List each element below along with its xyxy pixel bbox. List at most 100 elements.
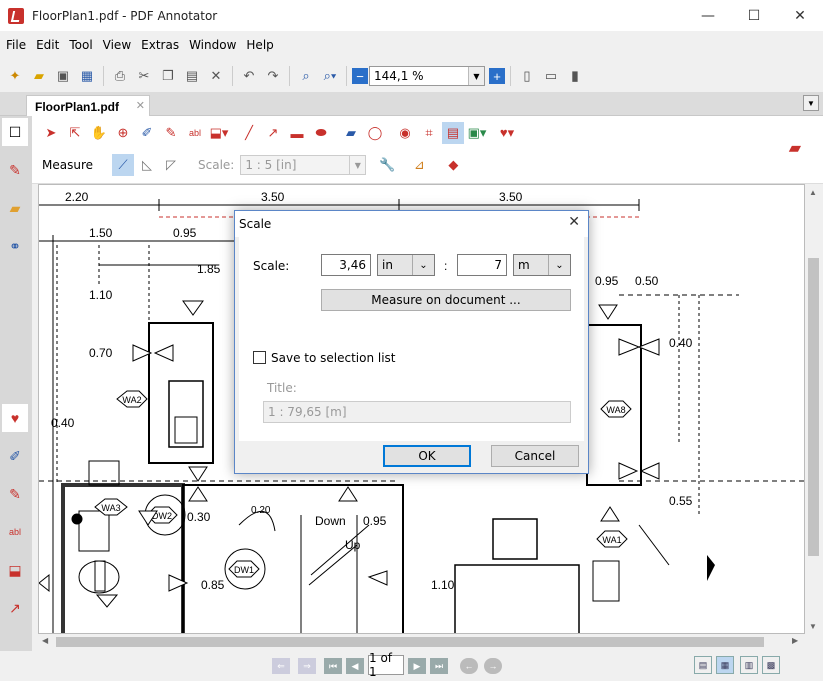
distance-measure-icon[interactable]: ⟋ <box>112 154 134 176</box>
horizontal-scroll-thumb[interactable] <box>56 637 764 647</box>
pages-panel-icon[interactable]: ☐ <box>2 118 28 146</box>
first-page-icon[interactable]: ⏮ <box>324 658 342 674</box>
crop-icon[interactable]: ⌗ <box>418 122 440 144</box>
scroll-right-icon[interactable]: ▶ <box>792 636 798 645</box>
highlighter-tool-icon[interactable]: ✎ <box>160 122 182 144</box>
menu-extras[interactable]: Extras <box>135 38 183 52</box>
menu-window[interactable]: Window <box>183 38 240 52</box>
pen-panel-icon[interactable]: ✎ <box>2 156 28 184</box>
maximize-button[interactable]: ☐ <box>731 0 777 31</box>
scale-combo[interactable]: 1 : 5 [in] ▼ <box>240 155 367 175</box>
calibrate-icon[interactable]: ⊿ <box>408 154 430 176</box>
scale-value-right-input[interactable]: 7 <box>457 254 507 276</box>
cancel-button[interactable]: Cancel <box>491 445 579 467</box>
stamp-tool-icon[interactable]: ⬓▾ <box>208 122 230 144</box>
save-to-list-checkbox[interactable] <box>253 351 266 364</box>
menu-view[interactable]: View <box>97 38 135 52</box>
line-icon[interactable]: ╱ <box>238 122 260 144</box>
find-icon[interactable]: ⌕ <box>295 65 317 87</box>
close-button[interactable]: ✕ <box>777 0 823 31</box>
scroll-up-icon[interactable]: ▲ <box>809 188 817 197</box>
undo-icon[interactable]: ↶ <box>238 65 260 87</box>
attachment-icon[interactable]: ⚭ <box>2 232 28 260</box>
title-input[interactable]: 1 : 79,65 [m] <box>263 401 571 423</box>
arrow-icon[interactable]: ↗ <box>2 594 28 622</box>
insert-image-icon[interactable]: ▣▾ <box>466 122 488 144</box>
zoom-out-icon[interactable]: − <box>352 68 368 84</box>
single-page-view-icon[interactable]: ▤ <box>694 656 712 674</box>
page-width-icon[interactable]: ▭ <box>540 65 562 87</box>
new-icon[interactable]: ✦ <box>4 65 26 87</box>
text-select-icon[interactable]: ⇱ <box>64 122 86 144</box>
minimize-button[interactable]: — <box>685 0 731 31</box>
stamp-icon[interactable]: ⬓ <box>2 556 28 584</box>
chevron-down-icon[interactable]: ⌄ <box>548 255 570 275</box>
zoom-tool-icon[interactable]: ⊕ <box>112 122 134 144</box>
tab-floorplan[interactable]: FloorPlan1.pdf ✕ <box>26 95 150 117</box>
ok-button[interactable]: OK <box>383 445 471 467</box>
ellipse-icon[interactable]: ⬬ <box>310 122 332 144</box>
lasso-icon[interactable]: ◯ <box>364 122 386 144</box>
save-as-icon[interactable]: ▦ <box>76 65 98 87</box>
page-indicator[interactable]: 1 of 1 <box>368 651 404 679</box>
area-measure-icon[interactable]: ◸ <box>160 154 182 176</box>
save-to-list-label[interactable]: Save to selection list <box>271 351 396 365</box>
next-page-icon[interactable]: ▶ <box>408 658 426 674</box>
find-options-icon[interactable]: ⌕▾ <box>319 65 341 87</box>
vertical-scrollbar[interactable]: ▲ ▼ <box>805 184 822 634</box>
unit-right-select[interactable]: m ⌄ <box>513 254 571 276</box>
print-icon[interactable]: ⎙ <box>109 65 131 87</box>
scroll-down-icon[interactable]: ▼ <box>809 622 817 631</box>
rectangle-icon[interactable]: ▬ <box>286 122 308 144</box>
continuous-view-icon[interactable]: ▦ <box>716 656 734 674</box>
text-tool-icon[interactable]: abl <box>2 518 28 546</box>
zoom-combo[interactable]: 144,1 % ▼ <box>369 66 485 86</box>
menu-edit[interactable]: Edit <box>30 38 63 52</box>
tab-list-dropdown-icon[interactable]: ▼ <box>803 95 819 111</box>
pen-icon[interactable]: ✐ <box>136 122 158 144</box>
measure-on-document-button[interactable]: Measure on document ... <box>321 289 571 311</box>
arrow-tool-icon[interactable]: ↗ <box>262 122 284 144</box>
favorites-icon[interactable]: ♥▾ <box>496 122 518 144</box>
two-page-continuous-view-icon[interactable]: ▩ <box>762 656 780 674</box>
unit-left-select[interactable]: in ⌄ <box>377 254 435 276</box>
menu-file[interactable]: File <box>0 38 30 52</box>
perimeter-measure-icon[interactable]: ◺ <box>136 154 158 176</box>
wrench-icon[interactable]: 🔧 <box>376 154 398 176</box>
notes-panel-icon[interactable]: ▰ <box>2 194 28 222</box>
eraser-icon[interactable]: ▰ <box>340 122 362 144</box>
next-doc-icon[interactable]: ⇒ <box>298 658 316 674</box>
delete-icon[interactable]: ✕ <box>205 65 227 87</box>
prev-page-icon[interactable]: ◀ <box>346 658 364 674</box>
last-page-icon[interactable]: ⏭ <box>430 658 448 674</box>
marker-icon[interactable]: ✐ <box>2 442 28 470</box>
chevron-down-icon[interactable]: ⌄ <box>412 255 434 275</box>
text-box-icon[interactable]: abl <box>184 122 206 144</box>
back-icon[interactable]: ← <box>460 658 478 674</box>
horizontal-scrollbar[interactable]: ◀ ▶ <box>38 634 805 649</box>
forward-icon[interactable]: → <box>484 658 502 674</box>
menu-tool[interactable]: Tool <box>63 38 96 52</box>
hand-icon[interactable]: ✋ <box>88 122 110 144</box>
vertical-scroll-thumb[interactable] <box>808 258 819 556</box>
paste-icon[interactable]: ▤ <box>181 65 203 87</box>
tab-close-icon[interactable]: ✕ <box>136 99 145 112</box>
fullscreen-icon[interactable]: ▮ <box>564 65 586 87</box>
ruler-icon[interactable]: ▤ <box>442 122 464 144</box>
dialog-close-icon[interactable]: ✕ <box>568 214 580 230</box>
two-page-view-icon[interactable]: ▥ <box>740 656 758 674</box>
scale-value-left-input[interactable]: 3,46 <box>321 254 371 276</box>
menu-help[interactable]: Help <box>240 38 277 52</box>
copy-icon[interactable]: ❐ <box>157 65 179 87</box>
page-fit-icon[interactable]: ▯ <box>516 65 538 87</box>
chevron-down-icon[interactable]: ▼ <box>468 67 484 85</box>
color-style-icon[interactable]: ◆ <box>442 154 464 176</box>
prev-doc-icon[interactable]: ⇐ <box>272 658 290 674</box>
cut-icon[interactable]: ✂ <box>133 65 155 87</box>
open-folder-icon[interactable]: ▰ <box>28 65 50 87</box>
chevron-down-icon[interactable]: ▼ <box>349 156 365 174</box>
favorites-heart-icon[interactable]: ♥ <box>2 404 28 432</box>
redo-icon[interactable]: ↷ <box>262 65 284 87</box>
save-icon[interactable]: ▣ <box>52 65 74 87</box>
camera-icon[interactable]: ◉ <box>394 122 416 144</box>
